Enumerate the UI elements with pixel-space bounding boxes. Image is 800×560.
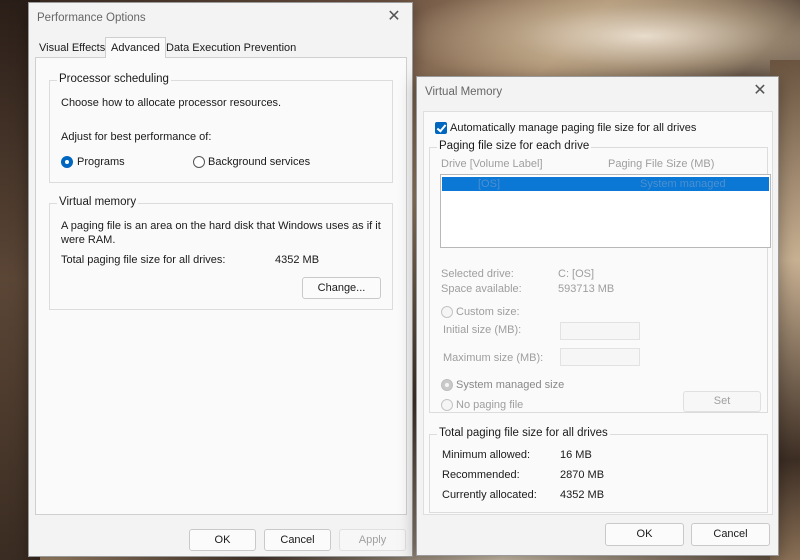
total-paging-label: Total paging file size for all drives: — [61, 254, 226, 266]
paging-file-group-title: Paging file size for each drive — [437, 140, 592, 152]
tab-advanced[interactable]: Advanced — [105, 37, 166, 58]
virtual-memory-description-line2: were RAM. — [61, 234, 116, 246]
currently-allocated-value: 4352 MB — [560, 489, 605, 501]
advanced-tab-panel: Processor scheduling Choose how to alloc… — [35, 57, 407, 515]
auto-manage-label[interactable]: Automatically manage paging file size fo… — [450, 122, 696, 134]
background-services-radio[interactable] — [193, 156, 205, 168]
adjust-label: Adjust for best performance of: — [61, 131, 212, 143]
system-managed-label[interactable]: System managed size — [456, 379, 564, 391]
programs-label[interactable]: Programs — [77, 156, 125, 168]
total-paging-group: Total paging file size for all drives Mi… — [429, 427, 768, 513]
virtual-memory-title: Virtual memory — [57, 196, 139, 208]
set-button[interactable]: Set — [683, 391, 761, 412]
processor-scheduling-description: Choose how to allocate processor resourc… — [61, 97, 282, 109]
ok-button[interactable]: OK — [605, 523, 684, 546]
virtual-memory-window: Virtual Memory ✕ Automatically manage pa… — [416, 76, 779, 556]
maximum-size-input[interactable] — [560, 348, 640, 366]
paging-file-group: Paging file size for each drive Drive [V… — [429, 140, 771, 413]
cancel-button[interactable]: Cancel — [691, 523, 770, 546]
minimum-allowed-label: Minimum allowed: — [442, 449, 531, 461]
custom-size-radio[interactable] — [441, 306, 453, 318]
system-managed-radio[interactable] — [441, 379, 453, 391]
change-button[interactable]: Change... — [302, 277, 381, 299]
close-icon[interactable]: ✕ — [382, 5, 406, 29]
paging-size-cell: System managed — [640, 178, 726, 190]
drive-list[interactable]: [OS] System managed — [440, 174, 771, 248]
window-title: Virtual Memory — [425, 86, 503, 98]
virtual-memory-content-panel: Automatically manage paging file size fo… — [423, 111, 773, 515]
programs-radio[interactable] — [61, 156, 73, 168]
space-available-value: 593713 MB — [558, 283, 615, 295]
performance-options-window: Performance Options ✕ Visual Effects Adv… — [28, 2, 413, 557]
virtual-memory-description-line1: A paging file is an area on the hard dis… — [61, 220, 381, 232]
ok-button[interactable]: OK — [189, 529, 256, 551]
maximum-size-label: Maximum size (MB): — [443, 352, 544, 364]
initial-size-label: Initial size (MB): — [443, 324, 522, 336]
selected-drive-value: C: [OS] — [558, 268, 595, 280]
auto-manage-checkbox[interactable] — [435, 122, 447, 134]
drive-column-header: Drive [Volume Label] — [441, 158, 543, 170]
processor-scheduling-title: Processor scheduling — [57, 73, 171, 85]
recommended-value: 2870 MB — [560, 469, 605, 481]
custom-size-label[interactable]: Custom size: — [456, 306, 520, 318]
space-available-label: Space available: — [441, 283, 522, 295]
no-paging-radio[interactable] — [441, 399, 453, 411]
no-paging-label[interactable]: No paging file — [456, 399, 523, 411]
total-paging-value: 4352 MB — [275, 254, 320, 266]
table-row[interactable]: [OS] System managed — [442, 177, 769, 191]
tab-visual-effects[interactable]: Visual Effects — [35, 40, 109, 58]
selected-drive-label: Selected drive: — [441, 268, 514, 280]
close-icon[interactable]: ✕ — [748, 79, 772, 103]
window-title: Performance Options — [37, 12, 146, 24]
total-paging-group-title: Total paging file size for all drives — [437, 427, 610, 439]
processor-scheduling-group: Processor scheduling Choose how to alloc… — [49, 73, 393, 183]
recommended-label: Recommended: — [442, 469, 520, 481]
drive-cell: [OS] — [478, 178, 501, 190]
paging-size-column-header: Paging File Size (MB) — [608, 158, 715, 170]
background-services-label[interactable]: Background services — [208, 156, 310, 168]
currently-allocated-label: Currently allocated: — [442, 489, 537, 501]
minimum-allowed-value: 16 MB — [560, 449, 592, 461]
cancel-button[interactable]: Cancel — [264, 529, 331, 551]
tab-data-execution-prevention[interactable]: Data Execution Prevention — [162, 40, 300, 58]
virtual-memory-group: Virtual memory A paging file is an area … — [49, 196, 393, 310]
apply-button[interactable]: Apply — [339, 529, 406, 551]
initial-size-input[interactable] — [560, 322, 640, 340]
